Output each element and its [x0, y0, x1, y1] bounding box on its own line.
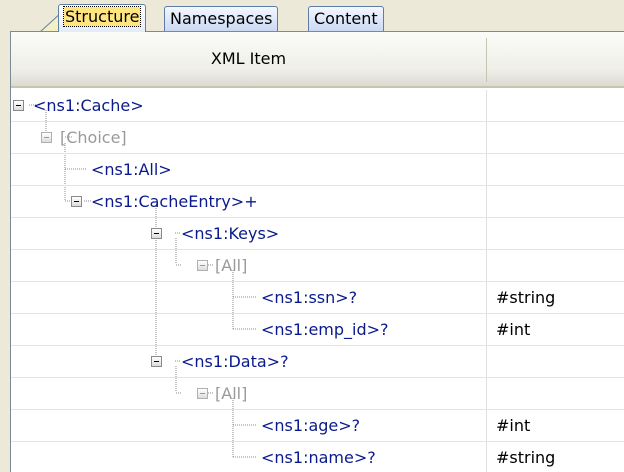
collapse-box-icon[interactable]	[197, 260, 208, 271]
tree-row[interactable]: <ns1:name>? #string	[11, 442, 624, 472]
xml-item-column-header[interactable]: XML Item	[11, 32, 486, 86]
tree-row[interactable]: <ns1:age>? #int	[11, 410, 624, 442]
tree-item-label: <ns1:age>?	[261, 416, 361, 435]
tree-row[interactable]: <ns1:ssn>? #string	[11, 282, 624, 314]
tab-bar: Structure Namespaces Content	[0, 0, 624, 32]
collapse-box-icon[interactable]	[41, 132, 52, 143]
tree-row[interactable]: <ns1:Data>?	[11, 346, 624, 378]
tree-item-value: #string	[496, 288, 556, 307]
tree-row[interactable]: [Choice]	[11, 122, 624, 154]
tree-item-value: #string	[496, 448, 556, 467]
tree-row[interactable]: <ns1:Cache>	[11, 90, 624, 122]
tab-namespaces-label: Namespaces	[170, 9, 273, 28]
value-column-header[interactable]	[487, 32, 624, 86]
tree-row[interactable]: <ns1:Keys>	[11, 218, 624, 250]
tree-item-label: [All]	[215, 256, 248, 275]
tree-item-label: <ns1:name>?	[261, 448, 376, 467]
tree-row[interactable]: <ns1:emp_id>? #int	[11, 314, 624, 346]
tree-item-label: <ns1:All>	[91, 160, 172, 179]
tree-row[interactable]: <ns1:CacheEntry>+	[11, 186, 624, 218]
collapse-box-icon[interactable]	[197, 388, 208, 399]
tab-content-label: Content	[314, 9, 378, 28]
structure-panel: XML Item <ns1:Cache> [Choice] <ns1:All> …	[10, 31, 624, 472]
tree-item-label: <ns1:emp_id>?	[261, 320, 389, 339]
tab-structure[interactable]: Structure	[58, 4, 147, 32]
collapse-box-icon[interactable]	[151, 228, 162, 239]
tree-row[interactable]: [All]	[11, 250, 624, 282]
tree-item-label: <ns1:CacheEntry>+	[91, 192, 258, 211]
tab-structure-label: Structure	[62, 6, 142, 27]
column-header: XML Item	[11, 32, 624, 88]
tree-item-label: <ns1:Cache>	[33, 96, 144, 115]
tree-item-label: <ns1:ssn>?	[261, 288, 358, 307]
collapse-box-icon[interactable]	[151, 356, 162, 367]
collapse-box-icon[interactable]	[71, 196, 82, 207]
tree-item-label: <ns1:Data>?	[181, 352, 289, 371]
tree-row[interactable]: [All]	[11, 378, 624, 410]
tree-item-label: [All]	[215, 384, 248, 403]
tab-namespaces[interactable]: Namespaces	[164, 6, 279, 32]
tree-item-value: #int	[496, 320, 531, 339]
tree-item-label: [Choice]	[60, 128, 127, 147]
collapse-box-icon[interactable]	[13, 100, 24, 111]
tree-item-label: <ns1:Keys>	[181, 224, 280, 243]
tab-content[interactable]: Content	[308, 6, 384, 32]
tree-item-value: #int	[496, 416, 531, 435]
tree-row[interactable]: <ns1:All>	[11, 154, 624, 186]
